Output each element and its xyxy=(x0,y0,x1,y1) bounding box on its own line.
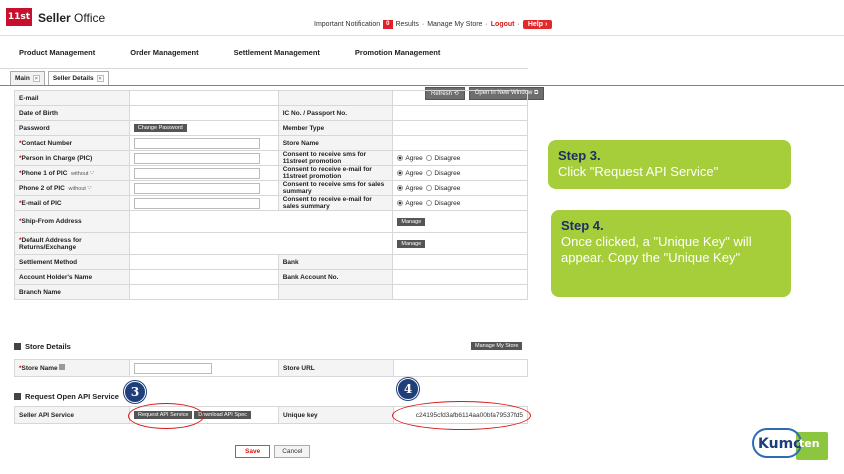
nav-product-management[interactable]: Product Management xyxy=(19,48,95,57)
logout-link[interactable]: Logout xyxy=(491,21,515,28)
email-pic-label: *E-mail of PIC xyxy=(14,195,130,211)
unique-key-highlight xyxy=(392,401,531,430)
section-bullet-icon xyxy=(14,343,21,350)
disagree-radio[interactable] xyxy=(426,199,433,206)
seller-api-label: Seller API Service xyxy=(14,406,130,424)
pic-label: *Person in Charge (PIC) xyxy=(14,150,130,166)
page-tabs: Main × Seller Details × xyxy=(10,71,109,85)
save-button[interactable]: Save xyxy=(235,445,271,458)
manage-my-store-link[interactable]: Manage My Store xyxy=(427,21,482,28)
contact-number-input[interactable] xyxy=(133,137,260,149)
member-type-label: Member Type xyxy=(277,120,394,136)
separator: · xyxy=(421,21,425,28)
app-title-light: Office xyxy=(74,11,106,25)
agree-radio[interactable] xyxy=(397,154,404,161)
step4-callout: Step 4. Once clicked, a "Unique Key" wil… xyxy=(551,210,791,297)
info-icon[interactable] xyxy=(59,364,66,370)
top-links: Important Notification 0 Results · Manag… xyxy=(314,20,553,29)
results-label: Results xyxy=(395,21,419,28)
disagree-radio[interactable] xyxy=(426,184,433,191)
bank-account-label: Bank Account No. xyxy=(277,269,394,285)
notification-count-badge: 0 xyxy=(383,20,393,29)
account-holder-label: Account Holder's Name xyxy=(14,269,130,285)
nav-settlement-management[interactable]: Settlement Management xyxy=(234,48,320,57)
store-url-label: Store URL xyxy=(278,359,394,377)
store-details-table: *Store Name Store URL xyxy=(14,359,528,377)
tab-main[interactable]: Main × xyxy=(10,71,45,85)
tab-seller-details[interactable]: Seller Details × xyxy=(47,71,109,85)
section-bullet-icon xyxy=(14,393,21,400)
phone1-input[interactable] xyxy=(133,167,260,179)
brand-logo[interactable]: 11st xyxy=(6,8,32,26)
settlement-method-label: Settlement Method xyxy=(14,254,130,270)
app-title-bold: Seller xyxy=(38,11,71,25)
notification-link[interactable]: Important Notification xyxy=(314,21,380,28)
unique-key-label: Unique key xyxy=(278,406,394,424)
nav-promotion-management[interactable]: Promotion Management xyxy=(355,48,440,57)
top-header: 11st Seller Office Important Notificatio… xyxy=(0,0,844,36)
default-address-label: *Default Address for Returns/Exchange xyxy=(14,232,130,255)
app-title: Seller Office xyxy=(38,11,105,25)
kumo-wordmark: Kumo xyxy=(758,436,803,452)
agree-radio[interactable] xyxy=(397,199,404,206)
help-button[interactable]: Help › xyxy=(522,20,553,29)
ic-label: IC No. / Passport No. xyxy=(277,105,394,121)
tab-main-label: Main xyxy=(15,75,30,82)
change-password-button[interactable]: Change Password xyxy=(133,124,187,132)
dob-label: Date of Birth xyxy=(14,105,130,121)
manage-ship-from-button[interactable]: Manage xyxy=(397,217,426,226)
consent-email-sales-label: Consent to receive e-mail for sales summ… xyxy=(277,195,394,211)
password-label: Password xyxy=(14,120,130,136)
consent-sms-sales-label: Consent to receive sms for sales summary xyxy=(277,180,394,196)
email-pic-input[interactable] xyxy=(133,197,260,209)
manage-default-address-button[interactable]: Manage xyxy=(397,239,426,248)
step4-marker: 4 xyxy=(397,378,419,400)
disagree-radio[interactable] xyxy=(426,154,433,161)
consent-email-promo-label: Consent to receive e-mail for 11street p… xyxy=(277,165,394,181)
consent-sms-promo-label: Consent to receive sms for 11street prom… xyxy=(277,150,394,166)
manage-my-store-button[interactable]: Manage My Store xyxy=(471,342,523,350)
request-api-highlight xyxy=(128,403,204,429)
store-name-input[interactable] xyxy=(134,362,212,374)
ten-wordmark: ten xyxy=(799,437,820,450)
agree-radio[interactable] xyxy=(397,169,404,176)
step3-callout: Step 3. Click "Request API Service" xyxy=(548,140,791,189)
bank-label: Bank xyxy=(277,254,394,270)
cancel-button[interactable]: Cancel xyxy=(274,445,311,458)
ship-from-label: *Ship-From Address xyxy=(14,210,130,233)
step4-body: Once clicked, a "Unique Key" will appear… xyxy=(561,234,752,265)
main-nav: Product Management Order Management Sett… xyxy=(0,37,528,69)
form-actions: Save Cancel xyxy=(235,445,311,458)
separator: · xyxy=(485,21,488,28)
store-name-field-label: *Store Name xyxy=(14,359,130,377)
email-label: E-mail xyxy=(14,90,130,106)
nav-order-management[interactable]: Order Management xyxy=(130,48,198,57)
seller-info-table: E-mail Date of Birth IC No. / Passport N… xyxy=(14,90,528,300)
step4-heading: Step 4. xyxy=(561,218,604,233)
step3-heading: Step 3. xyxy=(558,148,601,163)
phone2-input[interactable] xyxy=(133,182,260,194)
pic-input[interactable] xyxy=(133,152,260,164)
close-icon[interactable]: × xyxy=(32,75,40,82)
branch-name-label: Branch Name xyxy=(14,284,130,300)
separator: · xyxy=(517,21,520,28)
store-name-label: Store Name xyxy=(277,135,394,151)
tab-seller-details-label: Seller Details xyxy=(52,75,94,82)
agree-radio[interactable] xyxy=(397,184,404,191)
kumoten-logo: Kumo ten xyxy=(752,416,832,466)
step3-body: Click "Request API Service" xyxy=(558,164,719,179)
step3-marker: 3 xyxy=(124,381,146,403)
phone2-label: Phone 2 of PIC without '-' xyxy=(14,180,130,196)
divider xyxy=(0,85,844,86)
phone1-label: *Phone 1 of PIC without '-' xyxy=(14,165,130,181)
contact-number-label: *Contact Number xyxy=(14,135,130,151)
close-icon[interactable]: × xyxy=(96,75,104,82)
store-details-heading: Store Details xyxy=(14,342,71,351)
api-service-heading: Request Open API Service xyxy=(14,392,119,401)
disagree-radio[interactable] xyxy=(426,169,433,176)
